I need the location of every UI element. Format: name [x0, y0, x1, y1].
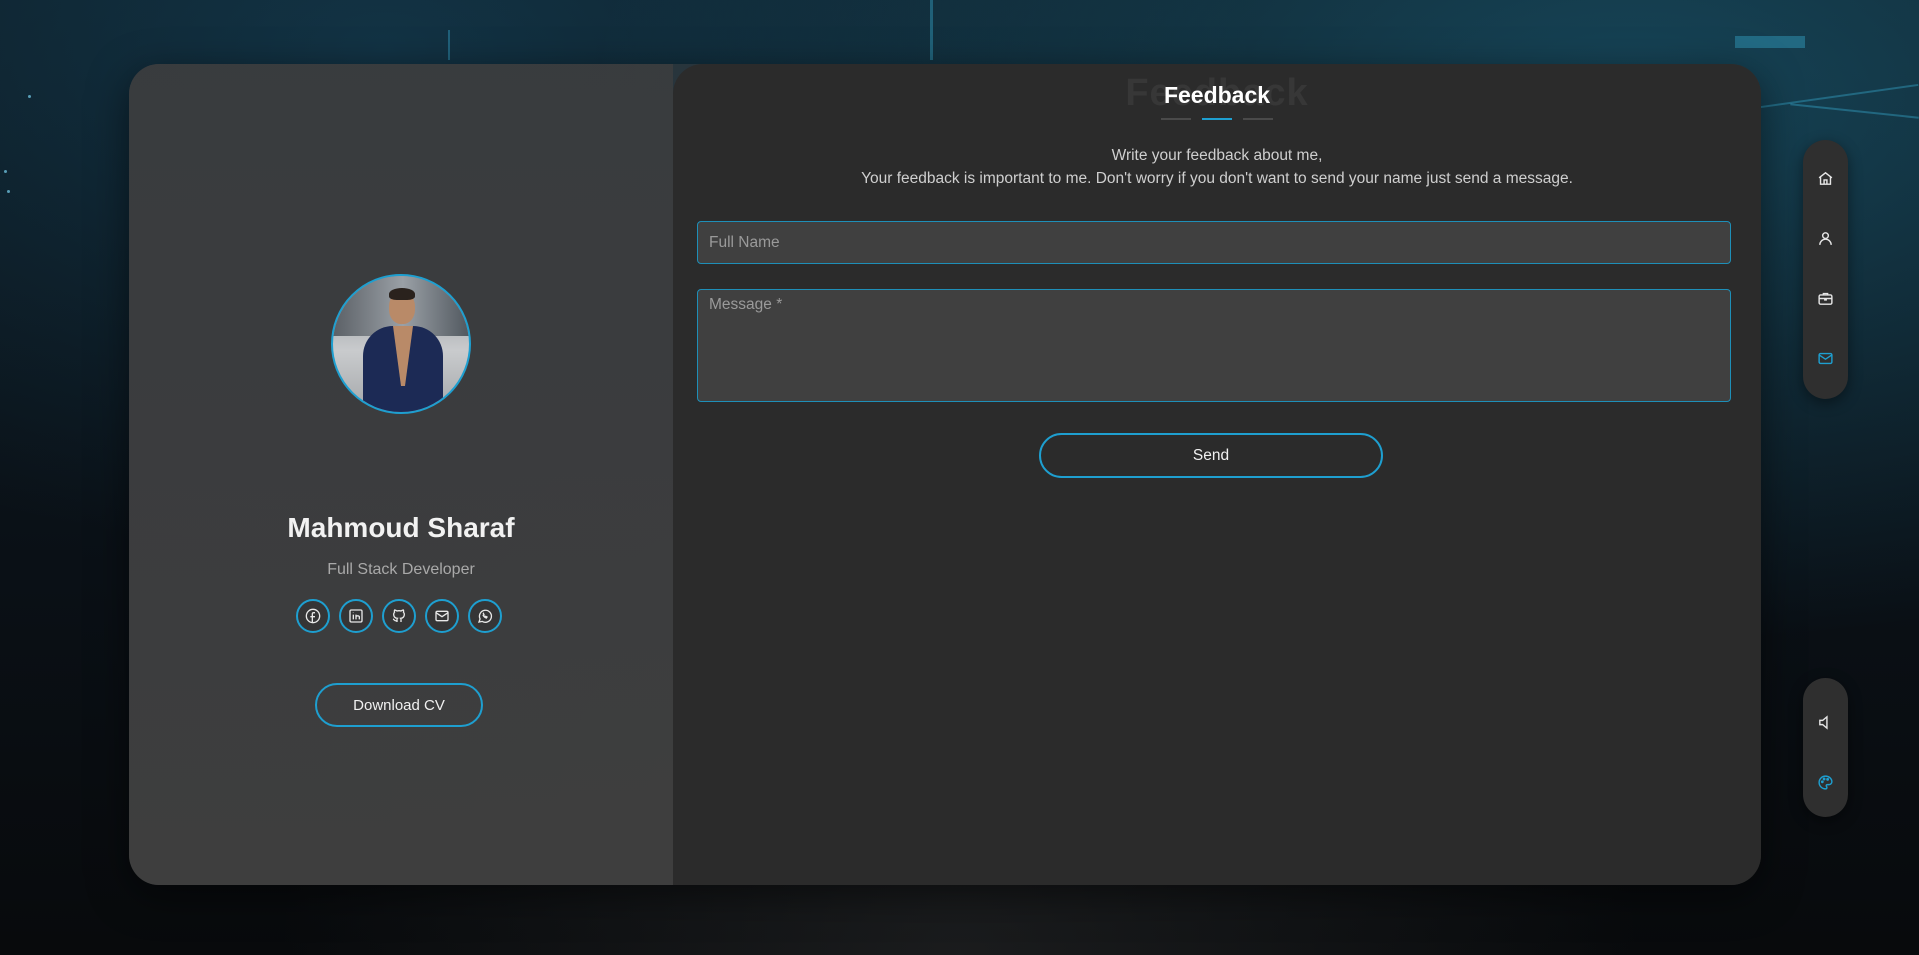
avatar	[331, 274, 471, 414]
github-icon	[392, 609, 406, 622]
message-input[interactable]	[697, 289, 1731, 402]
bg-particle	[7, 190, 10, 193]
description-line-2: Your feedback is important to me. Don't …	[861, 170, 1573, 187]
feedback-description: Write your feedback about me, Your feedb…	[673, 144, 1761, 190]
description-line-1: Write your feedback about me,	[1111, 147, 1323, 164]
profile-role: Full Stack Developer	[327, 561, 475, 578]
settings-nav	[1803, 678, 1848, 817]
mail-icon	[435, 610, 449, 622]
bg-light-streak	[1760, 83, 1919, 109]
whatsapp-link[interactable]	[468, 599, 502, 633]
bg-particle	[28, 95, 31, 98]
social-links	[296, 599, 502, 633]
send-button[interactable]: Send	[1039, 433, 1383, 478]
title-underline-center	[1202, 118, 1232, 120]
user-icon	[1819, 231, 1832, 245]
home-icon	[1818, 171, 1833, 185]
nav-contact[interactable]	[1808, 340, 1844, 376]
title-underline-left	[1161, 118, 1191, 120]
bg-light-streak	[1735, 36, 1805, 48]
whatsapp-icon	[477, 609, 493, 623]
linkedin-link[interactable]	[339, 599, 373, 633]
email-link[interactable]	[425, 599, 459, 633]
theme-toggle[interactable]	[1808, 764, 1844, 800]
bg-light-streak	[448, 30, 450, 60]
title-underline-right	[1243, 118, 1273, 120]
bg-light-streak	[1790, 103, 1919, 119]
facebook-icon	[305, 608, 321, 624]
github-link[interactable]	[382, 599, 416, 633]
profile-name: Mahmoud Sharaf	[287, 512, 515, 543]
linkedin-icon	[349, 609, 363, 623]
main-nav	[1803, 140, 1848, 399]
portfolio-card: Mahmoud Sharaf Full Stack Developer Down…	[129, 64, 1761, 885]
profile-sidebar: Mahmoud Sharaf Full Stack Developer Down…	[129, 64, 673, 885]
section-title: Feedback	[1163, 82, 1271, 108]
sound-toggle[interactable]	[1808, 704, 1844, 740]
palette-icon	[1818, 774, 1833, 790]
nav-about[interactable]	[1808, 220, 1844, 256]
bg-light-streak	[930, 0, 933, 60]
full-name-input[interactable]	[697, 221, 1731, 264]
nav-home[interactable]	[1808, 160, 1844, 196]
briefcase-icon	[1818, 292, 1833, 305]
bg-particle	[4, 170, 7, 173]
feedback-panel: Feedback Feedback Write your feedback ab…	[673, 64, 1761, 885]
facebook-link[interactable]	[296, 599, 330, 633]
speaker-icon	[1819, 714, 1828, 730]
mail-icon	[1818, 352, 1833, 364]
download-cv-button[interactable]: Download CV	[315, 683, 483, 727]
nav-portfolio[interactable]	[1808, 280, 1844, 316]
